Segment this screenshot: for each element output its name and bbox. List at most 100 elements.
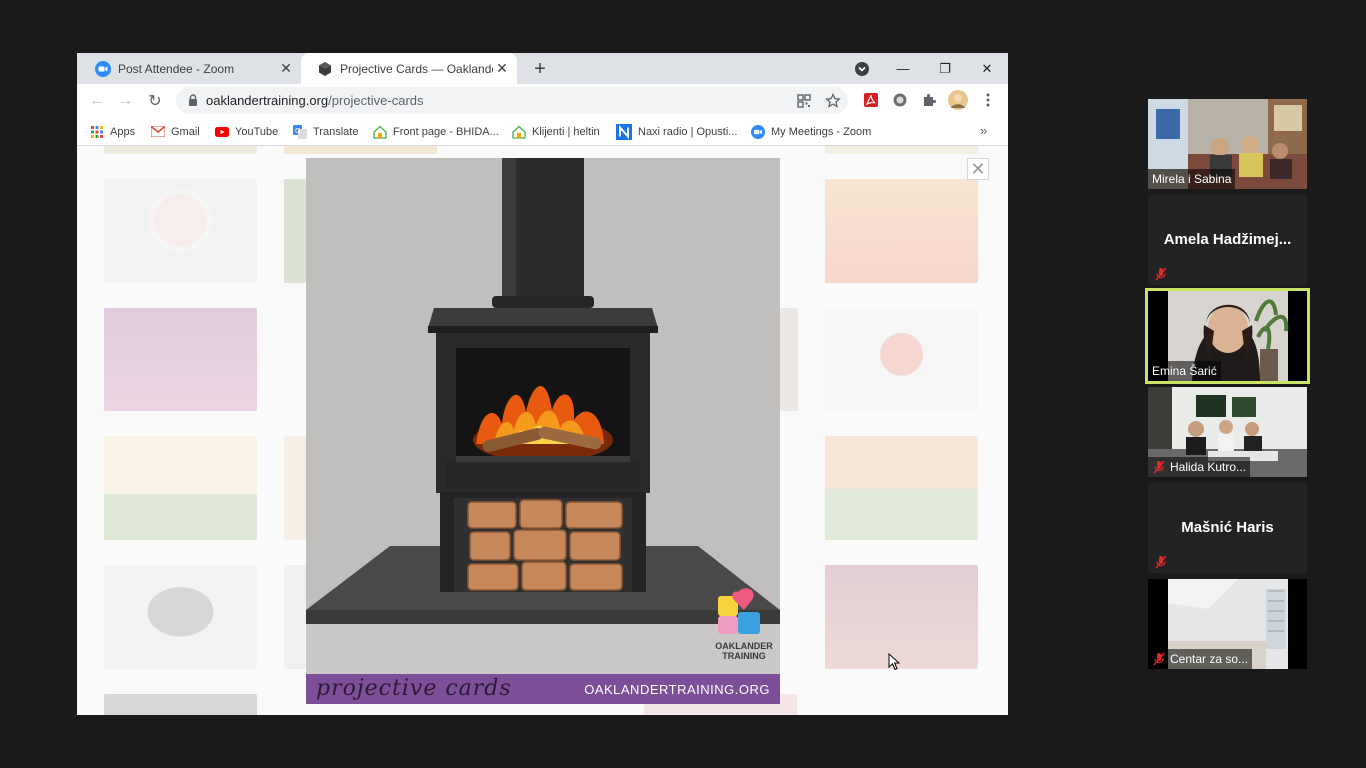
participant-tile-centar-za-so[interactable]: Centar za so... bbox=[1148, 579, 1307, 669]
participant-tile-emina-saric[interactable]: Emina Šarić bbox=[1145, 288, 1310, 384]
bookmark-bhida[interactable]: Front page - BHIDA... bbox=[373, 117, 499, 146]
bookmark-label: Gmail bbox=[171, 125, 200, 138]
card-thumbnail[interactable] bbox=[780, 308, 798, 411]
participant-name: Centar za so... bbox=[1148, 649, 1253, 669]
card-thumbnail[interactable] bbox=[825, 146, 978, 154]
participant-name-text: Mirela i Sabina bbox=[1152, 172, 1232, 186]
bookmark-label: YouTube bbox=[235, 125, 279, 138]
participant-name-text: Halida Kutro... bbox=[1170, 460, 1247, 474]
menu-kebab-icon[interactable] bbox=[979, 91, 997, 109]
lock-icon[interactable] bbox=[186, 93, 200, 107]
card-thumbnail[interactable] bbox=[825, 436, 978, 540]
card-thumbnail[interactable] bbox=[104, 565, 257, 669]
participant-name-large: Amela Hadžimej... bbox=[1163, 231, 1292, 248]
card-script-title: projective cards bbox=[316, 676, 512, 701]
card-brand-text: OAKLANDER TRAINING bbox=[709, 641, 779, 661]
url-path: /projective-cards bbox=[328, 93, 424, 108]
fireplace-stove-illustration bbox=[306, 158, 780, 674]
new-tab-button[interactable]: + bbox=[529, 58, 551, 80]
bookmark-label: Klijenti | heltin bbox=[532, 125, 600, 138]
puzzle-extensions-icon[interactable] bbox=[920, 91, 938, 109]
extension-circle-icon[interactable] bbox=[891, 91, 909, 109]
zoom-icon bbox=[95, 60, 111, 77]
muted-mic-icon bbox=[1153, 460, 1165, 474]
pdf-extension-icon[interactable] bbox=[862, 91, 880, 109]
card-thumbnail[interactable] bbox=[825, 308, 978, 411]
participant-tile-masnic-haris[interactable]: Mašnić Haris bbox=[1148, 483, 1307, 573]
minimize-button[interactable]: — bbox=[882, 53, 924, 84]
bookmark-apps[interactable]: Apps bbox=[90, 117, 135, 146]
browser-toolbar: ← → ↻ oaklandertraining.org/projective-c… bbox=[77, 84, 1008, 117]
bookmark-heltin[interactable]: Klijenti | heltin bbox=[512, 117, 600, 146]
participant-tile-mirela-i-sabina[interactable]: Mirela i Sabina bbox=[1148, 99, 1307, 189]
tab-projective-cards[interactable]: Projective Cards — OaklanderTra ✕ bbox=[301, 53, 517, 84]
card-site-url: OAKLANDERTRAINING.ORG bbox=[584, 682, 770, 697]
muted-mic-icon bbox=[1153, 652, 1165, 666]
tab-post-attendee-zoom[interactable]: Post Attendee - Zoom ✕ bbox=[79, 53, 301, 84]
tab-title: Post Attendee - Zoom bbox=[118, 61, 235, 76]
zoom-icon bbox=[751, 124, 765, 139]
bookmark-gmail[interactable]: Gmail bbox=[151, 117, 200, 146]
house-icon bbox=[373, 125, 387, 139]
bookmark-my-meetings-zoom[interactable]: My Meetings - Zoom bbox=[751, 117, 871, 146]
window-close-button[interactable]: ✕ bbox=[966, 53, 1008, 84]
participant-name-text: Emina Šarić bbox=[1152, 364, 1217, 378]
participant-tile-amela[interactable]: Amela Hadžimej... bbox=[1148, 195, 1307, 285]
bookmark-label: Apps bbox=[110, 125, 136, 138]
tab-close-icon[interactable]: ✕ bbox=[493, 60, 511, 78]
card-footer-banner: projective cards OAKLANDERTRAINING.ORG bbox=[306, 674, 780, 704]
card-brand-line2: TRAINING bbox=[722, 651, 766, 661]
bookmark-youtube[interactable]: YouTube bbox=[215, 117, 278, 146]
participant-name: Emina Šarić bbox=[1148, 361, 1221, 381]
card-thumbnail[interactable] bbox=[284, 146, 437, 154]
qr-code-icon[interactable] bbox=[796, 93, 812, 109]
muted-mic-icon bbox=[1155, 555, 1167, 569]
bookmark-naxi-radio[interactable]: Naxi radio | Opusti... bbox=[616, 117, 737, 146]
star-bookmark-icon[interactable] bbox=[825, 93, 841, 109]
projective-card-image: OAKLANDER TRAINING projective cards OAKL… bbox=[306, 158, 780, 704]
bookmarks-bar: Apps Gmail YouTube G Translate Front pag… bbox=[77, 117, 1008, 146]
bookmarks-overflow-button[interactable]: » bbox=[980, 123, 987, 138]
muted-mic-icon bbox=[1155, 267, 1167, 281]
card-thumbnail[interactable] bbox=[104, 436, 257, 540]
restore-button[interactable]: ❐ bbox=[924, 53, 966, 84]
card-thumbnail[interactable] bbox=[284, 436, 306, 540]
card-thumbnail[interactable] bbox=[825, 565, 978, 669]
participant-name: Mirela i Sabina bbox=[1148, 169, 1236, 189]
reload-button[interactable]: ↻ bbox=[145, 91, 165, 111]
card-thumbnail[interactable] bbox=[104, 694, 257, 715]
tab-search-icon[interactable] bbox=[854, 61, 870, 77]
profile-avatar[interactable] bbox=[948, 90, 968, 110]
url-text: oaklandertraining.org/projective-cards bbox=[206, 93, 424, 108]
youtube-icon bbox=[215, 125, 229, 139]
naxi-n-icon bbox=[616, 123, 632, 140]
bookmark-label: Front page - BHIDA... bbox=[393, 125, 499, 138]
url-domain: oaklandertraining.org bbox=[206, 93, 329, 108]
card-thumbnail[interactable] bbox=[104, 179, 257, 283]
participant-name-large: Mašnić Haris bbox=[1181, 519, 1274, 536]
card-brand-line1: OAKLANDER bbox=[715, 641, 773, 651]
gmail-icon bbox=[151, 125, 165, 139]
tab-strip: Post Attendee - Zoom ✕ Projective Cards … bbox=[77, 53, 1008, 84]
bookmark-label: My Meetings - Zoom bbox=[771, 125, 872, 138]
forward-button[interactable]: → bbox=[115, 91, 135, 111]
participant-tile-halida[interactable]: Halida Kutro... bbox=[1148, 387, 1307, 477]
back-button[interactable]: ← bbox=[87, 91, 107, 111]
page-content: ✕ OAKLANDER TRAINING projective cards OA… bbox=[77, 146, 1008, 715]
card-thumbnail[interactable] bbox=[284, 565, 306, 669]
translate-icon: G bbox=[293, 124, 307, 139]
apps-grid-icon bbox=[90, 125, 104, 139]
house-icon bbox=[512, 125, 526, 139]
card-thumbnail[interactable] bbox=[825, 179, 978, 283]
address-bar[interactable]: oaklandertraining.org/projective-cards bbox=[176, 87, 848, 114]
participant-name: Halida Kutro... bbox=[1148, 457, 1251, 477]
bookmark-label: Naxi radio | Opusti... bbox=[638, 125, 738, 138]
lightbox-close-button[interactable]: ✕ bbox=[967, 158, 989, 180]
card-thumbnail[interactable] bbox=[104, 146, 257, 154]
card-thumbnail[interactable] bbox=[104, 308, 257, 411]
bookmark-translate[interactable]: G Translate bbox=[293, 117, 358, 146]
card-thumbnail[interactable] bbox=[284, 179, 306, 283]
tab-title: Projective Cards — OaklanderTra bbox=[340, 61, 493, 76]
tab-close-icon[interactable]: ✕ bbox=[277, 60, 295, 78]
mouse-cursor-icon bbox=[888, 653, 900, 671]
